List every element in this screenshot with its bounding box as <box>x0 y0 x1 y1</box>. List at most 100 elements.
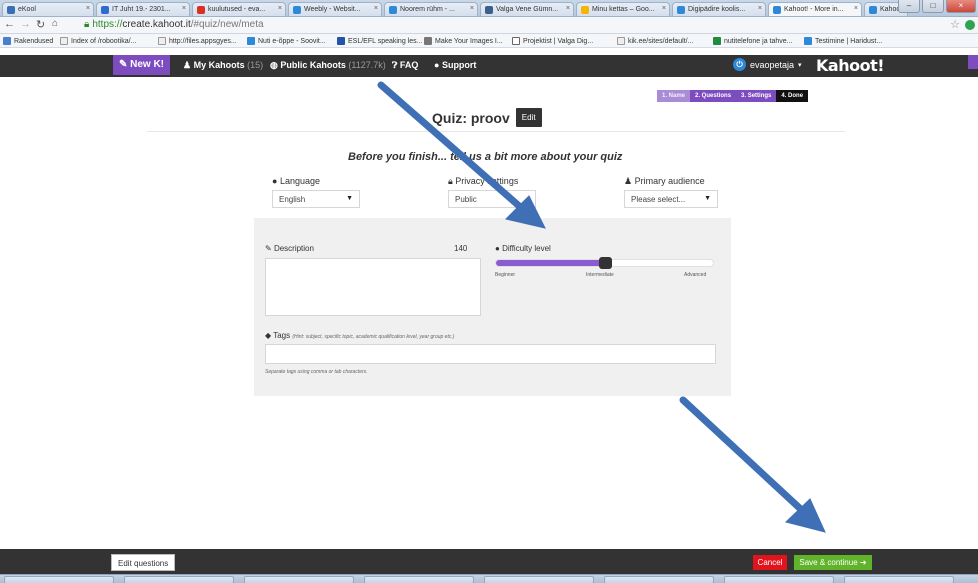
bookmark-star-icon[interactable]: ☆ <box>950 18 960 31</box>
kahoot-icon <box>773 6 781 14</box>
bookmark[interactable]: Index of /robootika/... <box>60 37 136 45</box>
weebly-icon <box>389 6 397 14</box>
step-name[interactable]: 1. Name <box>657 90 691 102</box>
language-select[interactable]: English ▼ <box>272 190 360 208</box>
close-icon[interactable]: × <box>854 5 858 12</box>
drive-icon <box>581 6 589 14</box>
close-icon[interactable]: × <box>662 5 666 12</box>
close-icon[interactable]: × <box>470 5 474 12</box>
bookmarks-bar: Rakendused Index of /robootika/... http:… <box>0 34 978 48</box>
difficulty-slider[interactable] <box>495 257 714 269</box>
privacy-select[interactable]: Public <box>448 190 536 208</box>
browser-tab[interactable]: eKool × <box>2 2 94 16</box>
bookmark[interactable]: Projektist | Valga Dig... <box>512 37 593 45</box>
level-advanced: Advanced <box>684 272 707 278</box>
tags-input[interactable] <box>265 344 716 364</box>
browser-tab[interactable]: Valga Vene Gümn... × <box>480 2 574 16</box>
close-icon[interactable]: × <box>566 5 570 12</box>
difficulty-label: ● Difficulty level <box>495 244 551 253</box>
cancel-button[interactable]: Cancel <box>753 555 787 570</box>
weebly-icon <box>293 6 301 14</box>
level-beginner: Beginner <box>495 272 516 278</box>
caret-down-icon: ▼ <box>346 195 353 202</box>
kahoot-top-nav: ✎ New K! ♟ My Kahoots (15) ◍ Public Kaho… <box>0 55 978 77</box>
nav-public-kahoots[interactable]: ◍ Public Kahoots (1127.7k) <box>270 60 386 71</box>
taskbar-item[interactable] <box>604 576 714 583</box>
page-icon <box>60 37 68 45</box>
forward-icon[interactable]: → <box>20 18 31 30</box>
question-icon: ❓︎ <box>392 60 400 70</box>
close-icon[interactable]: × <box>182 5 186 12</box>
back-icon[interactable]: ← <box>4 18 15 30</box>
description-textarea[interactable] <box>265 258 481 316</box>
gmail-icon <box>197 6 205 14</box>
divider <box>147 131 845 132</box>
nav-my-kahoots[interactable]: ♟ My Kahoots (15) <box>183 60 263 71</box>
home-icon[interactable]: ⌂ <box>52 18 58 29</box>
step-done[interactable]: 4. Done <box>776 90 809 102</box>
maximize-icon[interactable]: □ <box>922 0 944 13</box>
bookmark[interactable]: Make Your Images I... <box>424 37 503 45</box>
annotation-arrow-shaft <box>679 396 810 518</box>
step-questions[interactable]: 2. Questions <box>690 90 737 102</box>
taskbar-item[interactable] <box>4 576 114 583</box>
url-field[interactable]: 🔒︎ https://create.kahoot.it/#quiz/new/met… <box>84 19 264 30</box>
taskbar-item[interactable] <box>724 576 834 583</box>
browser-tab[interactable]: kuulutused - eva... × <box>192 2 286 16</box>
power-icon: ⏻ <box>733 58 746 71</box>
annotation-arrowhead <box>785 498 826 533</box>
browser-tab[interactable]: Noorem rühm - ... × <box>384 2 478 16</box>
taskbar-item[interactable] <box>484 576 594 583</box>
chat-bubble-icon: ● <box>434 60 442 70</box>
caret-down-icon: ▼ <box>704 195 711 202</box>
bookmark[interactable]: kik.ee/sites/default/... <box>617 37 693 45</box>
minimize-icon[interactable]: – <box>898 0 920 13</box>
window-controls: – □ × <box>898 0 978 15</box>
bookmark[interactable]: http://files.appsgyes... <box>158 37 237 45</box>
details-panel: ✎ Description 140 ● Difficulty level Beg… <box>254 218 731 396</box>
bookmark[interactable]: ESL/EFL speaking les... <box>337 37 422 45</box>
browser-tab[interactable]: Digipädire koolis... × <box>672 2 766 16</box>
user-icon: ♟ <box>183 60 194 70</box>
bookmark[interactable]: Nuti e-õppe - Soovit... <box>247 37 326 45</box>
close-icon[interactable]: × <box>278 5 282 12</box>
globe-icon <box>677 6 685 14</box>
browser-tab[interactable]: Minu kettas – Goo... × <box>576 2 670 16</box>
edit-questions-button[interactable]: Edit questions <box>111 554 176 571</box>
section-subtitle: Before you finish... tell us a bit more … <box>348 151 623 163</box>
bookmark[interactable]: Testimine | Haridust... <box>804 37 882 45</box>
new-kahoot-button[interactable]: ✎ New K! <box>113 55 170 75</box>
bookmark[interactable]: nutitelefone ja tahve... <box>713 37 793 45</box>
window-close-icon[interactable]: × <box>946 0 976 13</box>
kahoot-icon <box>869 6 877 14</box>
edit-title-button[interactable]: Edit <box>515 108 542 127</box>
footer-bar: Edit questions Cancel Save & continue ➜ <box>0 549 978 574</box>
audience-label: ♟ Primary audience <box>624 176 705 186</box>
difficulty-slider-handle[interactable] <box>598 257 612 269</box>
taskbar-item[interactable] <box>364 576 474 583</box>
step-settings[interactable]: 3. Settings <box>736 90 777 102</box>
browser-tab-active[interactable]: Kahoot! - More in... × <box>768 2 862 16</box>
close-icon[interactable]: × <box>86 5 90 12</box>
browser-tab[interactable]: IT Juht 19.- 2301... × <box>96 2 190 16</box>
tags-hint: (Hint: subject, specific topic, academic… <box>292 334 455 340</box>
page-icon <box>158 37 166 45</box>
taskbar-item[interactable] <box>244 576 354 583</box>
close-icon[interactable]: × <box>758 5 762 12</box>
ekool-icon <box>7 6 15 14</box>
taskbar-item[interactable] <box>124 576 234 583</box>
reload-icon[interactable]: ↻ <box>36 18 45 31</box>
nav-faq[interactable]: ❓︎ FAQ <box>392 60 418 71</box>
weebly-icon <box>804 37 812 45</box>
audience-select[interactable]: Please select... ▼ <box>624 190 718 208</box>
extension-icon[interactable] <box>965 20 975 30</box>
save-continue-button[interactable]: Save & continue ➜ <box>794 555 872 570</box>
taskbar-item[interactable] <box>844 576 954 583</box>
nav-support[interactable]: ● Support <box>434 60 476 70</box>
bookmark-apps[interactable]: Rakendused <box>3 37 53 45</box>
description-char-counter: 140 <box>454 244 468 253</box>
user-menu[interactable]: ⏻ evaopetaja ▾ <box>733 58 802 71</box>
close-icon[interactable]: × <box>374 5 378 12</box>
checkmark-icon <box>337 37 345 45</box>
browser-tab[interactable]: Weebly - Websit... × <box>288 2 382 16</box>
